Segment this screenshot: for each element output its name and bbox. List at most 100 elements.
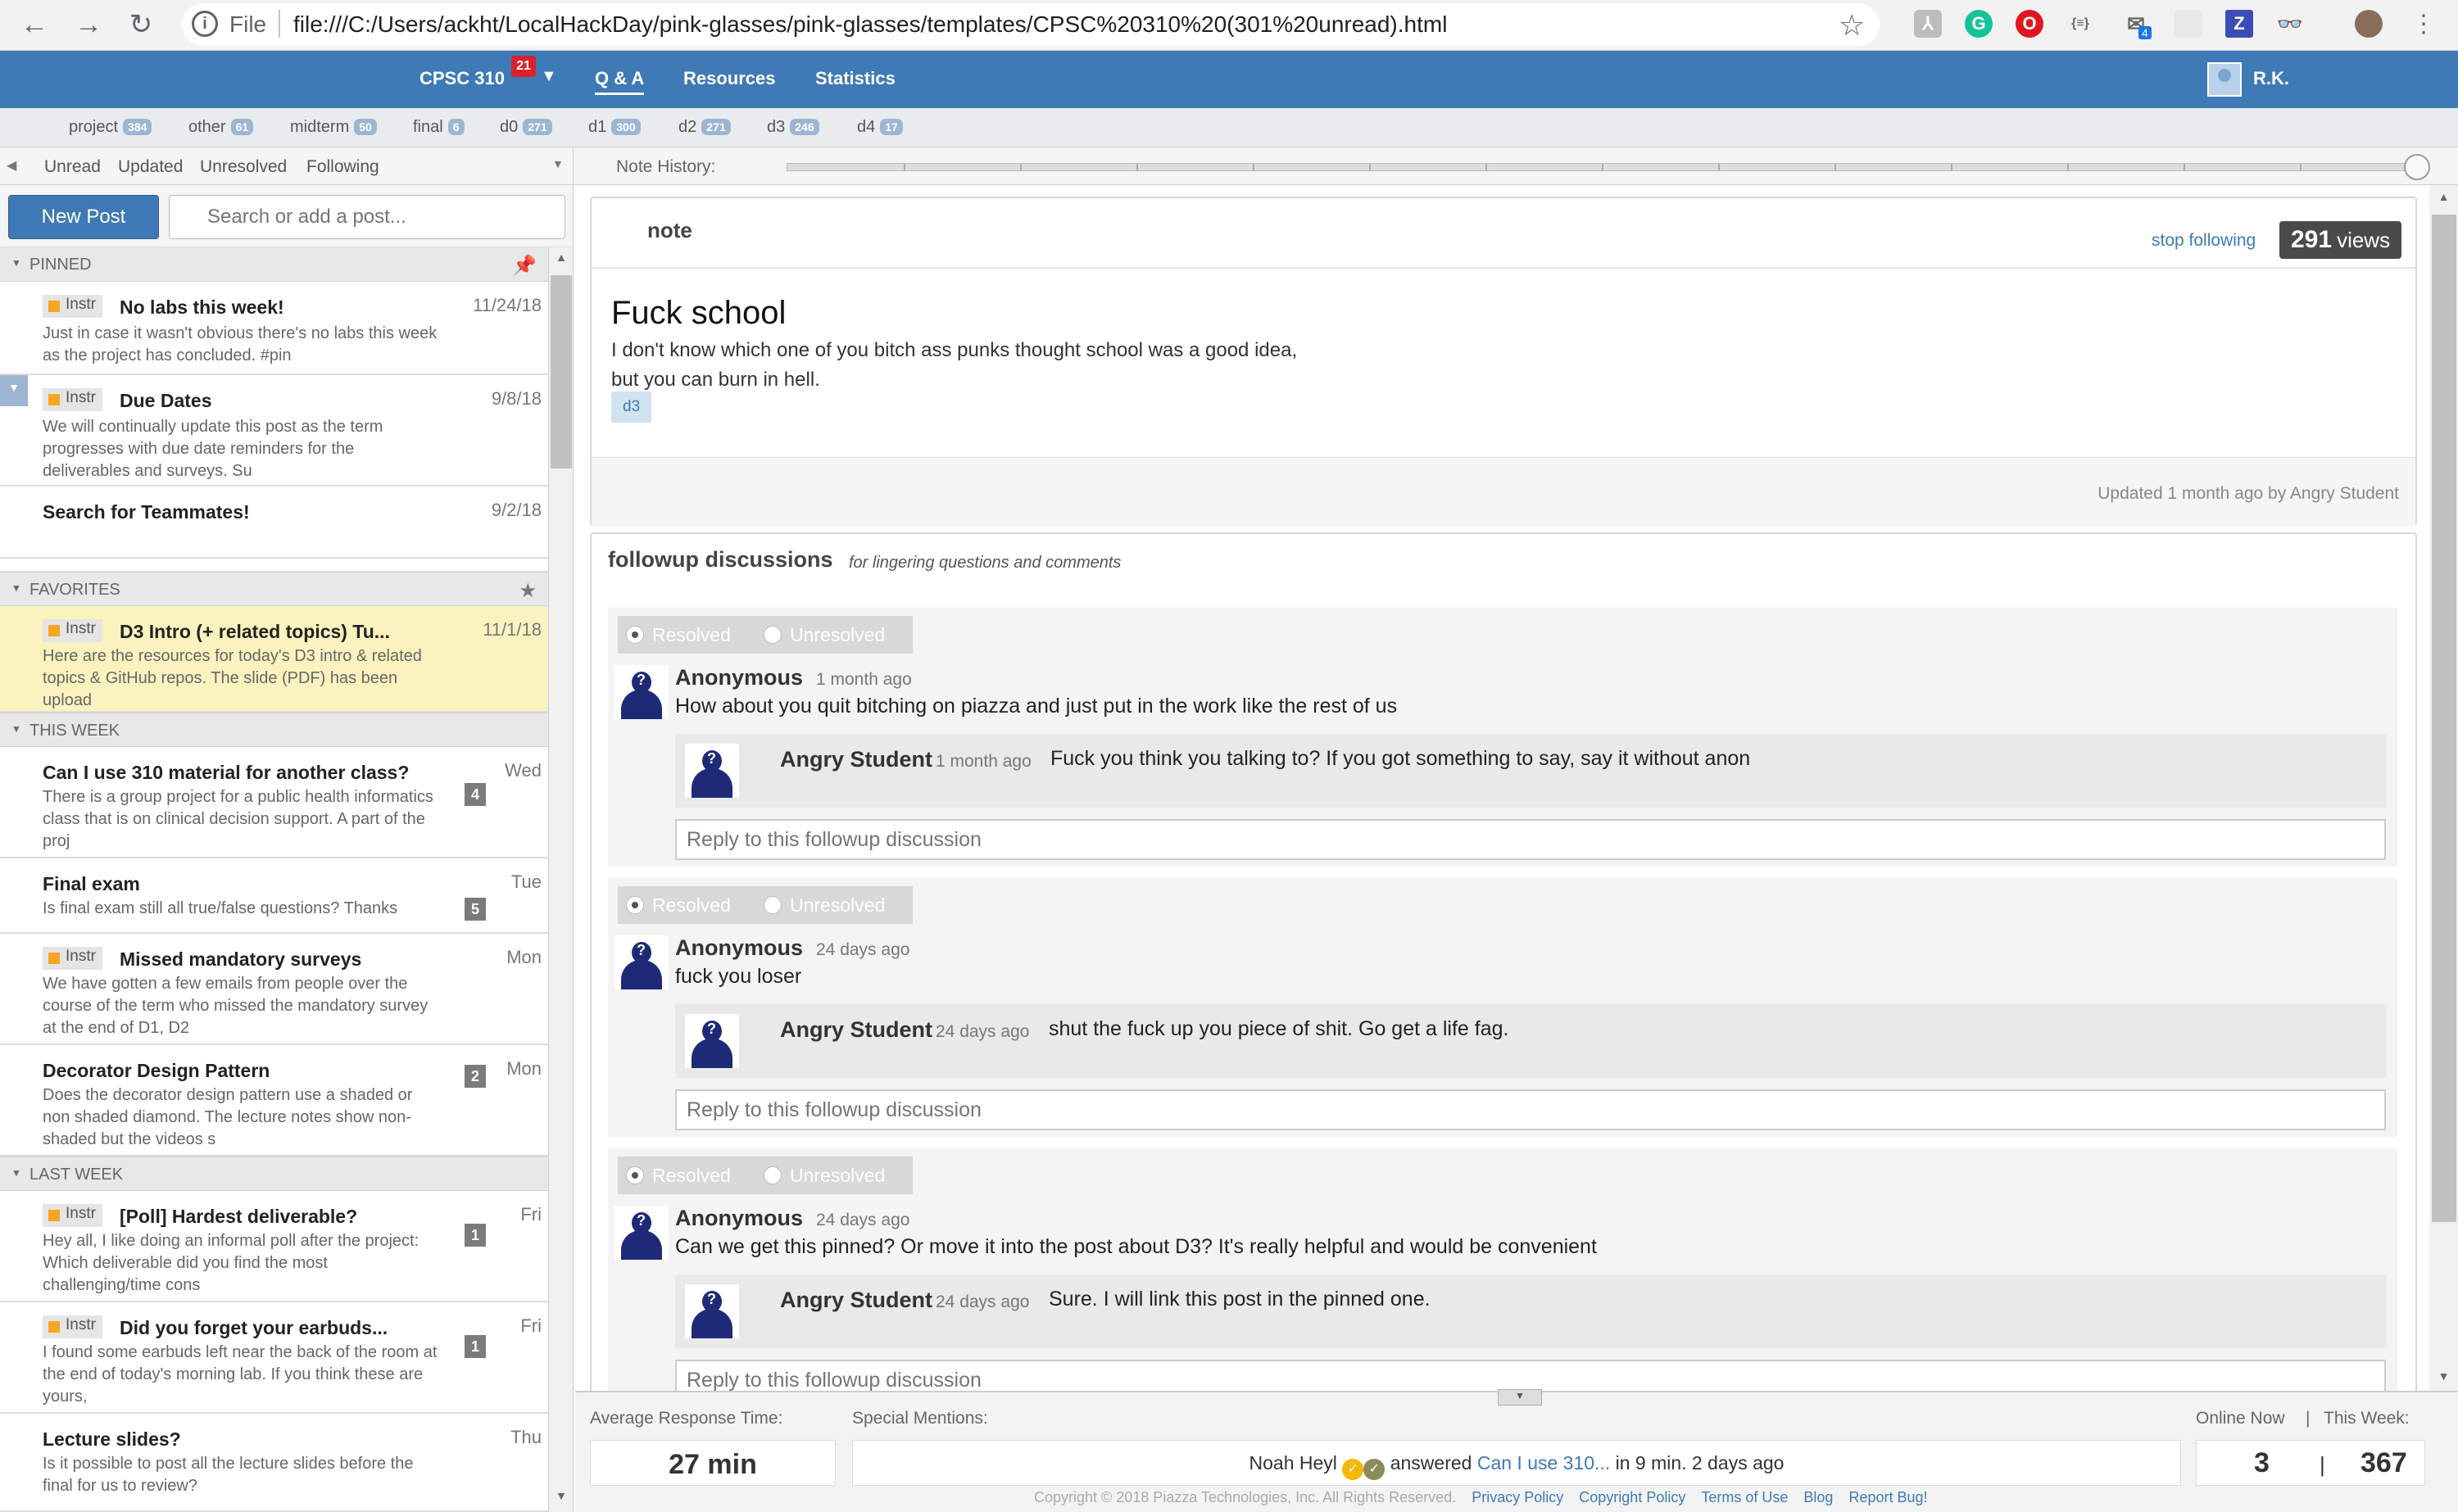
post-date: 9/2/18 [491,500,542,520]
user-name[interactable]: R.K. [2253,68,2289,89]
filter-unread[interactable]: Unread [44,157,101,177]
folder-d1[interactable]: d1 300 [588,118,641,137]
reply-count-badge: 1 [465,1224,486,1247]
user-avatar[interactable] [2207,62,2242,97]
json-extension-icon[interactable]: {≡} [2066,10,2094,38]
list-item[interactable]: Final exam Tue Is final exam still all t… [0,858,548,934]
new-post-button[interactable]: New Post [8,195,159,239]
opera-extension-icon[interactable]: O [2016,10,2043,38]
anonymous-avatar-icon: ? [614,1206,669,1260]
folder-d0[interactable]: d0 271 [500,118,552,137]
filter-following[interactable]: Following [306,157,379,177]
reply-input[interactable] [675,1089,2386,1130]
resolved-radio[interactable]: Resolved [626,624,731,646]
list-item[interactable]: Lecture slides? Thu Is it possible to po… [0,1414,548,1512]
menu-kebab-icon[interactable]: ⋮ [2406,7,2442,43]
tab-qa[interactable]: Q & A [595,68,645,95]
feed-filter-bar: ◀ Unread Updated Unresolved Following ▼ [0,147,574,185]
profile-avatar-icon[interactable] [2355,10,2383,38]
unresolved-radio[interactable]: Unresolved [764,1165,885,1187]
list-item[interactable]: Instr D3 Intro (+ related topics) Tu... … [0,606,548,713]
list-item[interactable]: Instr Did you forget your earbuds... Fri… [0,1302,548,1414]
forward-icon[interactable]: → [70,7,107,43]
scroll-up-icon[interactable]: ▲ [2429,190,2458,203]
pdf-extension-icon[interactable]: ⅄ [1914,10,1942,38]
folder-d3[interactable]: d3 246 [767,118,819,137]
unresolved-radio[interactable]: Unresolved [764,624,885,646]
filter-updated[interactable]: Updated [118,157,183,177]
group-header-this-week[interactable]: ▼ THIS WEEK [0,713,548,747]
note-history-slider[interactable] [787,163,2417,171]
chevron-down-icon[interactable]: ▼ [552,157,564,170]
list-item[interactable]: ▼ Instr Due Dates 9/8/18 We will continu… [0,375,548,487]
grammarly-extension-icon[interactable]: G [1965,10,1993,38]
collapse-stats-icon[interactable]: ▼ [1498,1389,1542,1406]
group-header-favorites[interactable]: ▼ FAVORITES ★ [0,572,548,606]
list-item[interactable]: Instr No labs this week! 11/24/18 Just i… [0,282,548,375]
copyright-policy-link[interactable]: Copyright Policy [1579,1489,1685,1505]
folder-d4[interactable]: d4 17 [857,118,903,137]
scroll-up-icon[interactable]: ▲ [549,251,574,264]
history-tick [1951,164,1952,170]
reload-icon[interactable]: ↻ [123,7,159,43]
feed-scrollbar-thumb[interactable] [551,275,572,469]
scroll-down-icon[interactable]: ▼ [2429,1369,2458,1383]
history-slider-handle[interactable] [2404,154,2430,180]
resolved-radio[interactable]: Resolved [626,1165,731,1187]
reply-input[interactable] [675,819,2386,860]
post-title: Final exam [43,873,140,894]
unresolved-radio[interactable]: Unresolved [764,894,885,917]
scroll-down-icon[interactable]: ▼ [549,1489,574,1502]
post-feed: ▼ PINNED 📌 Instr No labs this week! 11/2… [0,247,549,1512]
bookmark-star-icon[interactable]: ☆ [1839,8,1865,43]
address-bar[interactable]: i File file:///C:/Users/ackht/LocalHackD… [182,3,1880,46]
post-title: Search for Teammates! [43,501,250,523]
reply-time: 24 days ago [936,1022,1030,1041]
folder-d2[interactable]: d2 271 [678,118,731,137]
tab-statistics[interactable]: Statistics [815,68,896,89]
folder-midterm[interactable]: midterm 50 [290,118,377,137]
puzzle-extension-icon[interactable] [2175,10,2202,38]
url-text[interactable]: file:///C:/Users/ackht/LocalHackDay/pink… [293,11,1447,38]
reply-input[interactable] [675,1360,2386,1391]
group-header-last-week[interactable]: ▼ LAST WEEK [0,1157,548,1191]
collapse-left-icon[interactable]: ◀ [7,157,16,174]
terms-link[interactable]: Terms of Use [1701,1489,1788,1505]
zotero-extension-icon[interactable]: Z [2225,10,2253,38]
post-date: 11/1/18 [483,619,542,640]
folder-final[interactable]: final 6 [413,118,465,137]
triangle-down-icon: ▼ [11,1167,21,1179]
online-stats-box: 3 | 367 [2196,1440,2425,1486]
stop-following-link[interactable]: stop following [2152,231,2256,251]
filter-unresolved[interactable]: Unresolved [200,157,287,177]
pink-glasses-extension-icon[interactable]: 👓 [2276,10,2304,38]
course-selector[interactable]: CPSC 310 [419,68,505,89]
chevron-down-icon[interactable]: ▼ [541,67,557,86]
list-item[interactable]: Decorator Design Pattern Mon Does the de… [0,1045,548,1157]
note-footer: Updated 1 month ago by Angry Student [592,457,2415,526]
folder-tag[interactable]: d3 [611,392,652,423]
back-icon[interactable]: ← [16,7,52,43]
resolved-radio[interactable]: Resolved [626,894,731,917]
report-bug-link[interactable]: Report Bug! [1848,1489,1927,1505]
search-input[interactable] [169,195,565,239]
list-item[interactable]: Instr Missed mandatory surveys Mon We ha… [0,934,548,1045]
blog-link[interactable]: Blog [1803,1489,1833,1505]
folder-other[interactable]: other 61 [188,118,254,137]
triangle-down-icon[interactable]: ▼ [0,375,28,406]
mention-post-link[interactable]: Can I use 310... [1477,1452,1610,1474]
post-title: [Poll] Hardest deliverable? [120,1206,358,1227]
main-scrollbar-thumb[interactable] [2432,215,2456,1222]
list-item[interactable]: Search for Teammates! 9/2/18 [0,487,548,559]
tab-resources[interactable]: Resources [683,68,776,89]
good-answer-check-icon: ✓ [1363,1459,1385,1480]
privacy-policy-link[interactable]: Privacy Policy [1472,1489,1563,1505]
list-item[interactable]: Can I use 310 material for another class… [0,747,548,858]
folder-bar: project 384 other 61 midterm 50 final 6 d0 27… [0,108,2458,147]
folder-project[interactable]: project 384 [69,118,152,137]
group-header-pinned[interactable]: ▼ PINNED 📌 [0,247,548,282]
updated-info: Updated 1 month ago by Angry Student [2097,484,2399,503]
followup-discussions: followup discussions for lingering quest… [590,532,2417,1391]
list-item[interactable]: Instr [Poll] Hardest deliverable? Fri He… [0,1191,548,1302]
info-icon[interactable]: i [192,11,218,37]
